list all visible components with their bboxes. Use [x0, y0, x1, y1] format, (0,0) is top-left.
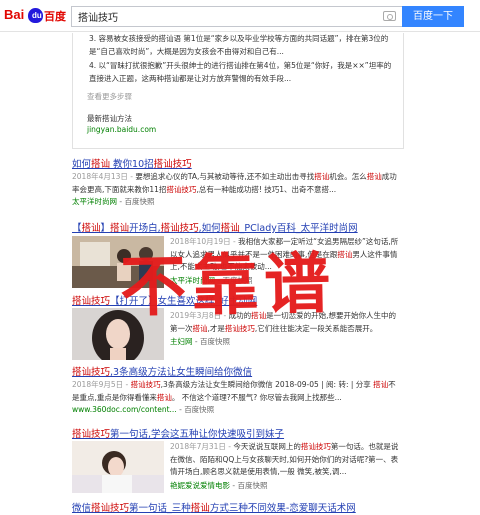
result-date-1: 2018年4月13日 - [72, 172, 133, 181]
top-bar: Bai du 百度 百度一下 [0, 0, 480, 32]
result-site-5[interactable]: 艳妮爱说爱情电影 [170, 481, 230, 490]
result-title-5[interactable]: 搭讪技巧第一句话,学会这五种让你快速吸引到妹子 [72, 426, 284, 440]
card-source-title[interactable]: 最新搭讪方法 [87, 113, 132, 124]
result-meta-4: www.360doc.com/content... - 百度快照 [72, 404, 214, 415]
separator: - [232, 481, 236, 490]
search-button[interactable]: 百度一下 [402, 6, 464, 27]
snapshot-link-1[interactable]: 百度快照 [125, 197, 155, 206]
camera-icon[interactable] [383, 11, 396, 21]
separator: - [194, 337, 198, 346]
logo-text-bai: Bai [4, 7, 25, 22]
card-source-url: jingyan.baidu.com [87, 125, 157, 134]
result-title-6[interactable]: 微信搭讪技巧第一句话_三种搭讪方式三种不同效果-恋爱聊天话术网 [72, 500, 356, 514]
result-abstract-5: 2018年7月31日 - 今天说说互联网上的搭讪技巧第一句话。也就是说在微信、陌… [170, 441, 402, 479]
result-thumbnail-5[interactable] [72, 441, 164, 493]
baidu-logo[interactable]: Bai du 百度 [4, 6, 70, 26]
result-abstract-1: 2018年4月13日 - 要想追求心仪的TA,与其被动等待,还不如主动出击寻找搭… [72, 171, 402, 197]
result-site-3[interactable]: 主妇网 [170, 337, 193, 346]
separator: - [119, 197, 123, 206]
card-step-4: 4. 以“冒昧打扰很抱歉”开头很绅士的进行搭讪排在第4位，第5位是“你好，我是×… [89, 61, 392, 83]
paw-icon: du [28, 8, 43, 23]
snapshot-link-4[interactable]: 百度快照 [184, 405, 214, 414]
separator: - [179, 405, 182, 414]
result-meta-1: 太平洋时尚网 - 百度快照 [72, 196, 155, 207]
thumbnail-image-5 [72, 441, 164, 493]
not-reliable-stamp: 不靠谱 [119, 245, 337, 326]
snapshot-link-5[interactable]: 百度快照 [238, 481, 268, 490]
result-date-5: 2018年7月31日 - [170, 442, 231, 451]
result-site-4[interactable]: www.360doc.com/content... [72, 405, 177, 414]
card-step-3: 3. 容易被女孩接受的搭讪语 第1位是“家乡以及毕业学校等方面的共同话题”，排在… [89, 34, 389, 56]
result-date-4: 2018年9月5日 - [72, 380, 129, 389]
result-meta-5: 艳妮爱说爱情电影 - 百度快照 [170, 480, 268, 491]
result-meta-3: 主妇网 - 百度快照 [170, 336, 230, 347]
snapshot-link-3[interactable]: 百度快照 [200, 337, 230, 346]
logo-text-du: du [32, 11, 42, 20]
search-box [71, 6, 402, 27]
search-input[interactable] [72, 7, 362, 26]
experience-card: 3. 容易被女孩接受的搭讪语 第1位是“家乡以及毕业学校等方面的共同话题”，排在… [72, 33, 404, 149]
logo-text-baidu: 百度 [44, 10, 66, 23]
result-title-4[interactable]: 搭讪技巧,3条高级方法让女生瞬间给你微信 [72, 364, 252, 378]
result-title-1[interactable]: 如何搭讪 教你10招搭讪技巧 [72, 156, 192, 170]
card-more-link[interactable]: 查看更多步骤 [87, 91, 132, 102]
result-abstract-4: 2018年9月5日 - 搭讪技巧,3条高级方法让女生瞬间给你微信 2018-09… [72, 379, 402, 405]
result-site-1[interactable]: 太平洋时尚网 [72, 197, 117, 206]
